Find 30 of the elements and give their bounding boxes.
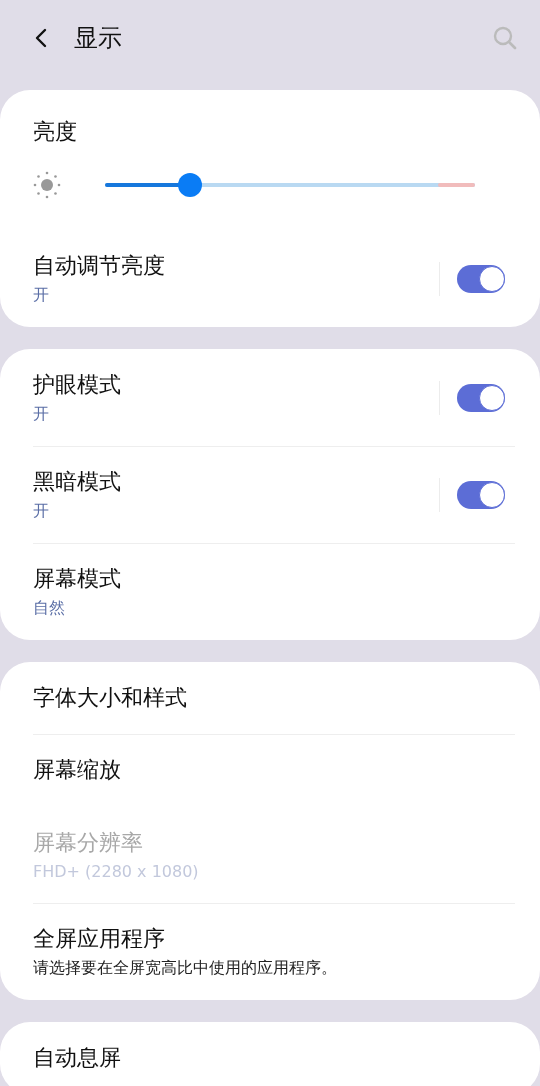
item-subtitle: 请选择要在全屏宽高比中使用的应用程序。 [33,958,338,979]
toggle-switch[interactable] [457,480,505,509]
settings-item[interactable]: 护眼模式 开 [0,349,540,446]
toggle-switch[interactable] [457,264,505,293]
settings-item[interactable]: 自动调节亮度 开 [0,230,540,327]
brightness-label: 亮度 [33,118,78,146]
item-title: 字体大小和样式 [33,684,188,712]
item-title: 黑暗模式 [33,468,122,496]
item-title: 屏幕缩放 [33,756,122,784]
item-title: 护眼模式 [33,371,122,399]
settings-item[interactable]: 黑暗模式 开 [0,446,540,543]
settings-item[interactable]: 自动息屏 [0,1022,540,1086]
page-title: 显示 [74,23,123,54]
item-subtitle: 自然 [33,598,66,619]
settings-item[interactable]: 屏幕模式 自然 [0,543,540,640]
settings-item[interactable]: 屏幕缩放 [0,734,540,806]
settings-item[interactable]: 字体大小和样式 [0,662,540,734]
slider-thumb[interactable] [178,173,203,197]
item-title: 全屏应用程序 [33,925,166,953]
item-subtitle: 开 [33,501,50,522]
item-title: 屏幕分辨率 [33,829,144,857]
settings-item[interactable]: 全屏应用程序 请选择要在全屏宽高比中使用的应用程序。 [0,903,540,1000]
item-title: 自动调节亮度 [33,252,166,280]
item-title: 屏幕模式 [33,565,122,593]
sun-icon [33,171,61,199]
item-title: 自动息屏 [33,1044,122,1072]
item-subtitle: 开 [33,285,50,306]
item-subtitle: 开 [33,404,50,425]
item-subtitle: FHD+ (2280 x 1080) [33,862,200,881]
toggle-switch[interactable] [457,383,505,412]
